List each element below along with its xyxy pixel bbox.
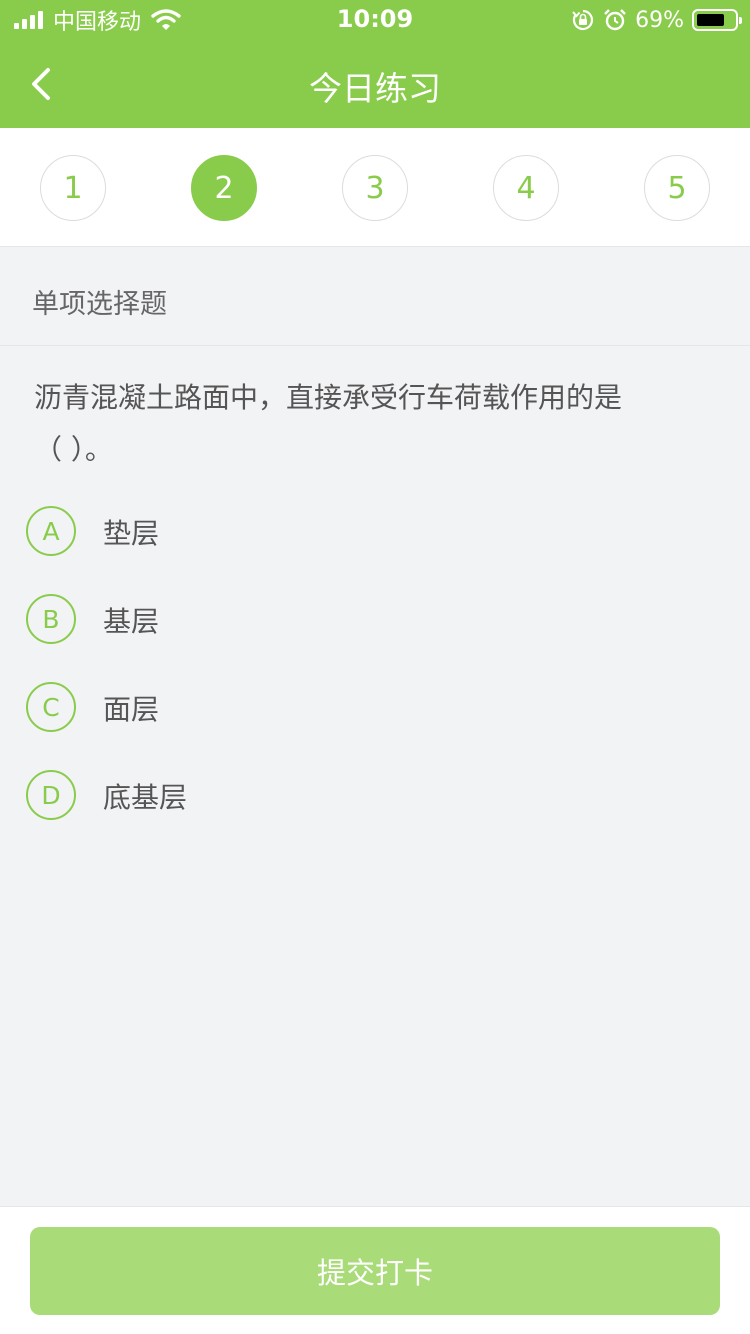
alarm-icon [604, 9, 626, 31]
status-bar: 中国移动 10:09 69% [0, 0, 750, 40]
question-number-3[interactable]: 3 [342, 155, 408, 221]
question-number-5[interactable]: 5 [644, 155, 710, 221]
option-text: 垫层 [103, 517, 160, 550]
option-text: 基层 [103, 605, 160, 638]
option-letter: A [26, 506, 76, 556]
submit-checkin-button[interactable]: 提交打卡 [30, 1227, 720, 1315]
question-number-1[interactable]: 1 [40, 155, 106, 221]
question-type-bar: 单项选择题 [0, 248, 750, 346]
page-title: 今日练习 [309, 69, 441, 108]
option-a[interactable]: A 垫层 [26, 506, 726, 558]
question-stem-line: （ ）。 [34, 433, 113, 466]
option-letter: B [26, 594, 76, 644]
option-d[interactable]: D 底基层 [26, 770, 726, 822]
practice-page: 中国移动 10:09 69% 今日练习 1 2 3 4 5 单项选择题 沥青混凝… [0, 0, 750, 1334]
option-text: 面层 [103, 693, 160, 726]
option-letter: C [26, 682, 76, 732]
option-text: 底基层 [103, 781, 188, 814]
battery-percent: 69% [635, 7, 684, 33]
option-letter: D [26, 770, 76, 820]
battery-icon [692, 9, 742, 31]
question-number-strip: 1 2 3 4 5 [0, 128, 750, 247]
rotation-lock-icon [572, 9, 594, 31]
option-c[interactable]: C 面层 [26, 682, 726, 734]
question-number-2[interactable]: 2 [191, 155, 257, 221]
question-type-label: 单项选择题 [32, 289, 167, 320]
nav-bar: 今日练习 [0, 40, 750, 128]
status-right: 69% [571, 6, 742, 34]
footer: 提交打卡 [0, 1206, 750, 1334]
option-b[interactable]: B 基层 [26, 594, 726, 646]
question-stem-line: 沥青混凝土路面中，直接承受行车荷载作用的是 [34, 381, 623, 414]
header: 中国移动 10:09 69% 今日练习 [0, 0, 750, 128]
question-stem: 沥青混凝土路面中，直接承受行车荷载作用的是 （ ）。 [34, 372, 724, 476]
question-number-4[interactable]: 4 [493, 155, 559, 221]
